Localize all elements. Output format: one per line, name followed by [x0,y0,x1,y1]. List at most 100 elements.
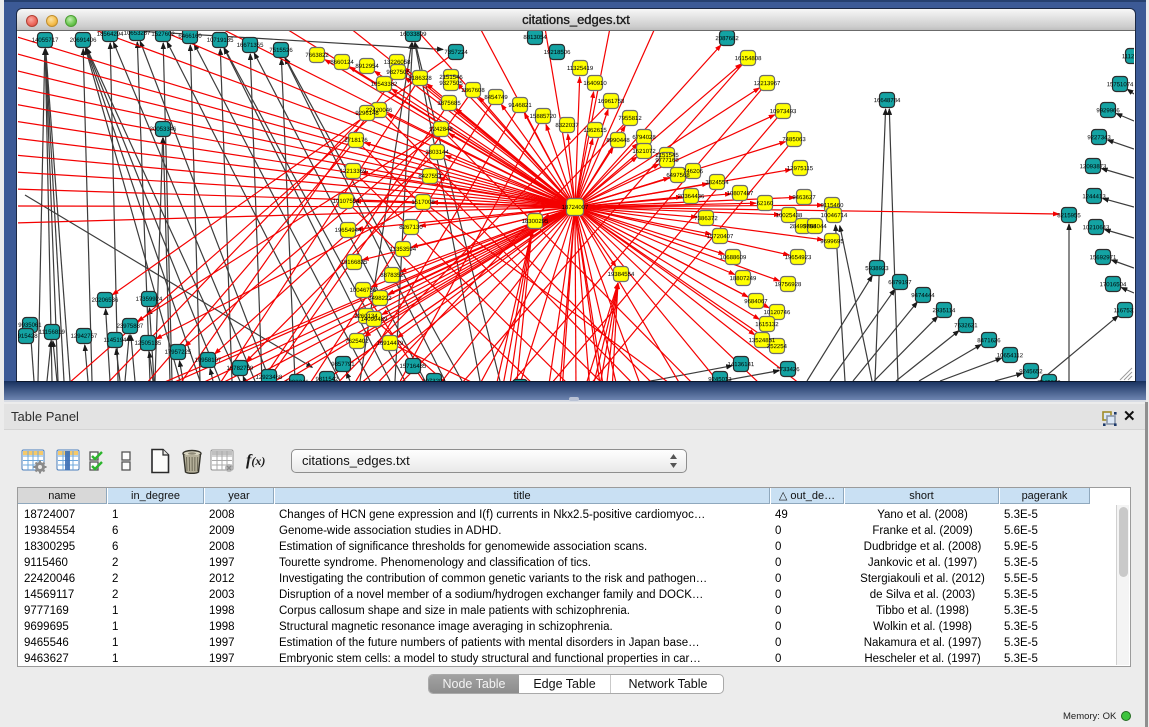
svg-text:11353594: 11353594 [390,247,417,253]
svg-text:1292346: 1292346 [285,380,309,381]
svg-text:9146821: 9146821 [508,103,532,109]
svg-text:19654923: 19654923 [785,255,812,261]
svg-text:9245652: 9245652 [1019,369,1043,375]
svg-text:15720407: 15720407 [707,234,734,240]
svg-text:16648784: 16648784 [874,98,901,104]
svg-text:10807487: 10807487 [727,191,754,197]
svg-text:23975887: 23975887 [117,324,144,330]
svg-text:20206536: 20206536 [92,298,119,304]
svg-text:15751074: 15751074 [1107,82,1134,88]
svg-text:19384554: 19384554 [608,272,635,278]
svg-text:8813054: 8813054 [523,35,547,41]
svg-text:10046714: 10046714 [821,213,848,219]
svg-text:15716485: 15716485 [400,364,427,370]
svg-text:8660124: 8660124 [330,60,354,66]
svg-text:10973493: 10973493 [770,109,797,115]
svg-text:11156819: 11156819 [39,330,65,336]
svg-text:18724007: 18724007 [562,205,589,211]
svg-text:3824554: 3824554 [705,180,729,186]
svg-text:10120746: 10120746 [764,310,791,316]
svg-text:10719185: 10719185 [207,38,234,44]
svg-text:19654944: 19654944 [335,228,362,234]
svg-text:7386372: 7386372 [694,216,718,222]
svg-text:7632621: 7632621 [954,323,978,329]
svg-text:17016504: 17016504 [1100,282,1127,288]
svg-text:1517008: 1517008 [411,200,435,206]
svg-text:9115460: 9115460 [821,203,845,209]
svg-text:14099489: 14099489 [361,317,388,323]
svg-text:6794028: 6794028 [632,135,656,141]
svg-text:10046736: 10046736 [350,288,377,294]
svg-text:12505135: 12505135 [135,341,162,347]
svg-text:16782759: 16782759 [227,366,254,372]
svg-text:10688609: 10688609 [720,255,747,261]
svg-text:20053346: 20053346 [150,127,177,133]
svg-text:10653287: 10653287 [124,31,151,37]
svg-text:10107554: 10107554 [333,199,360,205]
svg-text:9699695: 9699695 [820,239,844,245]
svg-text:6466160: 6466160 [178,34,202,40]
svg-text:9245012: 9245012 [1037,380,1061,381]
svg-text:5938923: 5938923 [865,266,889,272]
svg-text:16033809: 16033809 [400,32,427,38]
svg-text:7625402: 7625402 [345,339,369,345]
svg-text:9915428: 9915428 [18,334,38,340]
svg-text:10025438: 10025438 [776,213,803,219]
svg-text:7357224: 7357224 [444,50,468,56]
svg-text:62160: 62160 [757,201,774,207]
svg-text:9245013: 9245013 [708,377,732,381]
svg-text:11325419: 11325419 [567,66,594,72]
svg-text:1145194: 1145194 [103,338,127,344]
svg-text:14055717: 14055717 [32,38,59,44]
svg-text:9864044: 9864044 [803,224,827,230]
svg-text:7515526: 7515526 [269,48,293,54]
svg-text:1073204: 1073204 [422,379,446,381]
svg-text:1244413: 1244413 [1082,194,1106,200]
svg-text:1615132: 1615132 [755,322,779,328]
svg-text:9777169: 9777169 [655,158,679,164]
svg-text:9227343: 9227343 [1087,135,1111,141]
svg-text:19218506: 19218506 [544,50,571,56]
svg-text:3498222: 3498222 [368,296,392,302]
svg-text:7663822: 7663822 [305,53,329,59]
svg-text:16671355: 16671355 [237,43,264,49]
svg-text:1733426: 1733426 [776,367,800,373]
svg-text:8990448: 8990448 [606,138,630,144]
svg-text:16961758: 16961758 [598,99,625,105]
svg-text:2935114: 2935114 [932,308,956,314]
svg-text:19166825: 19166825 [341,260,368,266]
svg-text:12975115: 12975115 [787,166,814,172]
svg-text:12923468: 12923468 [256,375,283,381]
svg-text:20691406: 20691406 [70,38,97,44]
svg-text:1167531: 1167531 [1113,308,1134,314]
svg-text:9684067: 9684067 [744,299,768,305]
svg-text:18564294: 18564294 [97,32,124,38]
svg-text:8454749: 8454749 [484,95,508,101]
svg-text:18300295: 18300295 [522,219,549,225]
svg-text:9242848: 9242848 [429,127,453,133]
svg-text:15885720: 15885720 [530,114,557,120]
svg-text:2867608: 2867608 [461,88,485,94]
svg-text:7485063: 7485063 [782,137,806,143]
svg-text:19756928: 19756928 [775,282,802,288]
svg-text:9463627: 9463627 [792,195,816,201]
svg-text:3875685: 3875685 [437,101,461,107]
svg-text:9827505: 9827505 [386,70,410,76]
svg-text:14136141: 14136141 [728,362,755,368]
svg-text:8471626: 8471626 [977,338,1001,344]
svg-text:12213967: 12213967 [754,81,781,87]
svg-text:17359924: 17359924 [136,297,163,303]
svg-text:1112049: 1112049 [1122,54,1134,60]
svg-text:1362615: 1362615 [583,128,607,134]
svg-text:12213369: 12213369 [340,169,367,175]
svg-text:252254: 252254 [767,344,788,350]
svg-text:8322037: 8322037 [555,123,579,129]
svg-text:10654112: 10654112 [997,353,1024,359]
svg-text:20364436: 20364436 [678,194,705,200]
svg-text:9935061: 9935061 [18,323,42,329]
svg-text:8912954: 8912954 [355,64,379,70]
svg-text:12942757: 12942757 [71,334,98,340]
svg-text:1621072: 1621072 [632,149,656,155]
svg-text:9811542: 9811542 [315,377,339,381]
svg-text:16154808: 16154808 [735,56,762,62]
